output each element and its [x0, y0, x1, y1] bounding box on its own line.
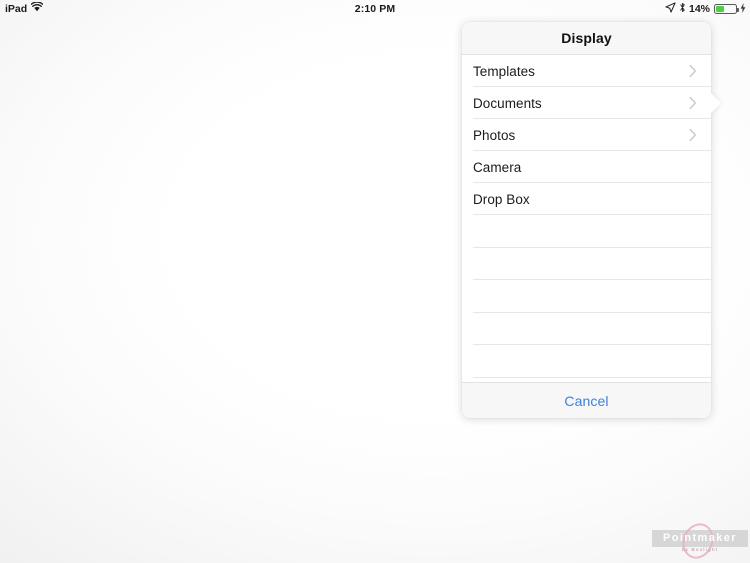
- chevron-right-icon: [689, 64, 697, 78]
- status-bar-right: 14%: [665, 2, 746, 16]
- chevron-right-icon: [689, 128, 697, 142]
- battery-fill: [716, 6, 724, 12]
- cancel-button-label: Cancel: [564, 392, 609, 409]
- battery-icon: [714, 4, 739, 14]
- chevron-right-icon: [689, 96, 697, 110]
- list-item-empty: [462, 312, 711, 345]
- list-item-label: Camera: [473, 159, 522, 175]
- list-item-label: Documents: [473, 95, 542, 111]
- popover-body: Display Templates Documents Photos Camer…: [462, 22, 711, 418]
- list-item-empty: [462, 215, 711, 248]
- list-item-empty: [462, 345, 711, 378]
- display-source-list: Templates Documents Photos Camera Drop B…: [462, 55, 711, 382]
- list-item-photos[interactable]: Photos: [462, 119, 711, 151]
- pointmaker-watermark: Pointmaker by Boxlight: [652, 518, 748, 563]
- list-item-templates[interactable]: Templates: [462, 55, 711, 87]
- list-item-empty: [462, 280, 711, 313]
- status-bar-clock: 2:10 PM: [354, 3, 396, 15]
- popover-title: Display: [561, 30, 612, 46]
- list-item-camera[interactable]: Camera: [462, 151, 711, 183]
- watermark-tagline-label: by Boxlight: [681, 547, 719, 552]
- ipad-screen: iPad 2:10 PM 14% Display Templates Docum…: [0, 0, 750, 563]
- bluetooth-icon: [679, 2, 686, 16]
- list-item-label: Photos: [473, 127, 516, 143]
- list-item-empty: [462, 247, 711, 280]
- battery-percent-label: 14%: [688, 3, 710, 15]
- list-item-drop-box[interactable]: Drop Box: [462, 183, 711, 215]
- popover-header: Display: [462, 22, 711, 55]
- display-popover: Display Templates Documents Photos Camer…: [462, 22, 721, 418]
- list-item-label: Templates: [473, 63, 535, 79]
- cancel-button[interactable]: Cancel: [462, 382, 711, 418]
- popover-tail: [710, 92, 721, 114]
- location-arrow-icon: [665, 2, 676, 16]
- watermark-brand-label: Pointmaker: [663, 532, 737, 544]
- status-bar: iPad 2:10 PM 14%: [0, 0, 750, 18]
- list-item-documents[interactable]: Documents: [462, 87, 711, 119]
- list-item-label: Drop Box: [473, 191, 530, 207]
- charging-bolt-icon: [740, 2, 746, 16]
